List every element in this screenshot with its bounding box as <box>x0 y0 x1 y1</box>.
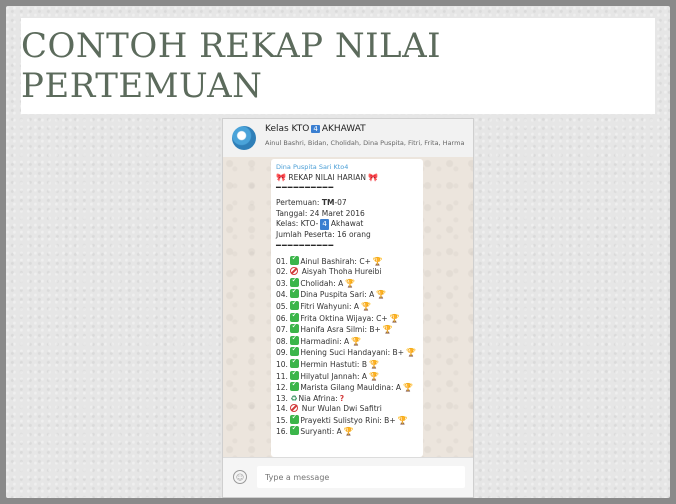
pertemuan-suffix: -07 <box>334 198 347 208</box>
entry-text: Nia Afrina: <box>298 393 338 403</box>
trophy-icon: 🏆 <box>376 290 387 300</box>
entry-number: 14. <box>276 404 288 414</box>
chat-header[interactable]: Kelas KTO 4 AKHAWAT Ainul Bashri, Bidan, C… <box>223 119 473 158</box>
entry-number: 08. <box>276 336 288 346</box>
entry-number: 12. <box>276 383 288 393</box>
kelas-prefix: Kelas: KTO- <box>276 219 319 229</box>
trophy-icon: 🏆 <box>343 427 354 437</box>
entry-text: Hermin Hastuti: B <box>300 359 367 369</box>
question-mark-icon: ? <box>339 393 345 403</box>
ribbon-icon: 🎀 <box>276 172 286 182</box>
trophy-icon: 🏆 <box>369 371 380 381</box>
entry-number: 15. <box>276 415 288 425</box>
entry-number: 07. <box>276 325 288 335</box>
message-input[interactable] <box>257 466 465 488</box>
message-header: 🎀 REKAP NILAI HARIAN 🎀 <box>276 173 416 184</box>
entry-number: 05. <box>276 301 288 311</box>
group-avatar[interactable] <box>232 126 256 150</box>
slide: CONTOH REKAP NILAI PERTEMUAN Kelas KTO 4 A… <box>6 6 670 498</box>
recycle-icon: ♻ <box>290 393 298 403</box>
entry-number: 03. <box>276 278 288 288</box>
entry-text: Prayekti Sulistyo Rini: B+ <box>300 415 396 425</box>
entry-number: 09. <box>276 348 288 358</box>
entry-number: 13. <box>276 393 288 403</box>
slide-title: CONTOH REKAP NILAI PERTEMUAN <box>21 26 442 106</box>
chat-members: Ainul Bashri, Bidan, Cholidah, Dina Pusp… <box>265 139 465 147</box>
grade-entry: 12. Marista Gilang Mauldina: A🏆 <box>276 379 416 394</box>
emoji-icon[interactable]: ☺ <box>233 470 247 484</box>
entry-text: Aisyah Thoha Hureibi <box>301 267 382 277</box>
entry-number: 06. <box>276 313 288 323</box>
kelas-suffix: Akhawat <box>330 219 364 229</box>
entry-text: Frita Oktina Wijaya: C+ <box>300 313 388 323</box>
grade-list: 01. Ainul Bashirah: C+🏆02. Aisyah Thoha … <box>276 253 416 439</box>
chat-name[interactable]: Kelas KTO 4 AKHAWAT <box>265 124 366 134</box>
entry-number: 10. <box>276 359 288 369</box>
grade-entry: 13. ♻Nia Afrina:? <box>276 394 416 405</box>
message-sender[interactable]: Dina Puspita Sari Kto4 <box>276 162 416 173</box>
title-box: CONTOH REKAP NILAI PERTEMUAN <box>21 18 655 114</box>
message-content: Dina Puspita Sari Kto4 🎀 REKAP NILAI HAR… <box>276 162 416 438</box>
entry-number: 02. <box>276 267 288 277</box>
ribbon-icon: 🎀 <box>368 172 379 182</box>
trophy-icon: 🏆 <box>372 256 383 266</box>
trophy-icon: 🏆 <box>361 301 371 311</box>
entry-text: Cholidah: A <box>300 278 344 288</box>
trophy-icon: 🏆 <box>382 325 393 335</box>
trophy-icon: 🏆 <box>403 383 413 393</box>
keycap-number-icon: 4 <box>311 125 320 133</box>
message-bubble[interactable]: Dina Puspita Sari Kto4 🎀 REKAP NILAI HAR… <box>271 159 423 457</box>
entry-number: 04. <box>276 290 288 300</box>
divider: ━━━━━━━━━━ <box>276 183 335 193</box>
grade-entry: 01. Ainul Bashirah: C+🏆 <box>276 253 416 268</box>
trophy-icon: 🏆 <box>397 415 408 425</box>
trophy-icon: 🏆 <box>351 336 362 346</box>
keycap-number-icon: 4 <box>320 219 329 230</box>
jumlah-line: Jumlah Peserta: 16 orang <box>276 229 371 239</box>
entry-text: Ainul Bashirah: C+ <box>300 256 371 266</box>
trophy-icon: 🏆 <box>345 278 356 288</box>
entry-text: Nur Wulan Dwi Safitri <box>301 404 382 414</box>
chat-body[interactable]: Dina Puspita Sari Kto4 🎀 REKAP NILAI HAR… <box>223 157 473 457</box>
compose-bar: ☺ <box>223 457 473 497</box>
tanggal-line: Tanggal: 24 Maret 2016 <box>276 208 365 218</box>
entry-text: Hanifa Asra Silmi: B+ <box>300 325 381 335</box>
divider: ━━━━━━━━━━ <box>276 240 335 250</box>
entry-number: 11. <box>276 371 288 381</box>
trophy-icon: 🏆 <box>389 313 400 323</box>
trophy-icon: 🏆 <box>405 348 416 358</box>
entry-text: Hening Suci Handayani: B+ <box>300 348 404 358</box>
check-mark-button-icon <box>290 423 300 436</box>
entry-text: Suryanti: A <box>300 427 342 437</box>
kelas-line: Kelas: KTO- 4 Akhawat <box>276 219 416 230</box>
message-header-text: REKAP NILAI HARIAN <box>288 172 366 182</box>
pertemuan-line: Pertemuan: TM-07 <box>276 198 416 209</box>
entry-text: Harmadini: A <box>300 336 350 346</box>
chat-name-suffix: AKHAWAT <box>321 124 366 134</box>
check-mark-button-icon <box>290 379 300 392</box>
pertemuan-label: Pertemuan: <box>276 198 320 208</box>
whatsapp-window: Kelas KTO 4 AKHAWAT Ainul Bashri, Bidan, C… <box>222 118 474 498</box>
trophy-icon: 🏆 <box>368 359 379 369</box>
check-mark-button-icon <box>290 253 300 265</box>
entry-number: 01. <box>276 256 288 266</box>
entry-text: Marista Gilang Mauldina: A <box>300 383 402 393</box>
chat-name-prefix: Kelas KTO <box>265 124 310 134</box>
entry-text: Hilyatul Jannah: A <box>300 371 368 381</box>
entry-text: Fitri Wahyuni: A <box>300 301 360 311</box>
pertemuan-value: TM <box>321 198 335 208</box>
entry-text: Dina Puspita Sari: A <box>300 290 375 300</box>
entry-number: 16. <box>276 427 288 437</box>
grade-entry: 16. Suryanti: A🏆 <box>276 423 416 438</box>
